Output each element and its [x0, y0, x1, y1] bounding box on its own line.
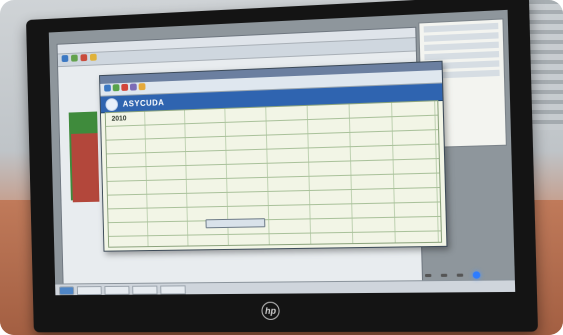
- toolbar-icon: [129, 83, 137, 91]
- toolbar-icon: [61, 54, 69, 63]
- taskbar-item[interactable]: [104, 285, 130, 295]
- red-graphic: [71, 133, 100, 203]
- monitor-button[interactable]: [424, 273, 432, 277]
- panel-row: [423, 22, 499, 33]
- asycuda-banner-title: ASYCUDA: [122, 97, 165, 109]
- declaration-form-grid: 2010: [104, 100, 443, 248]
- taskbar-item[interactable]: [76, 286, 102, 296]
- toolbar-icon: [70, 54, 78, 62]
- power-led-icon[interactable]: [472, 270, 481, 279]
- un-emblem-icon: [105, 97, 119, 111]
- form-code: 2010: [111, 115, 127, 123]
- taskbar-item[interactable]: [132, 285, 158, 295]
- start-button[interactable]: [58, 286, 75, 296]
- toolbar-icon: [121, 83, 129, 91]
- toolbar-icon: [89, 53, 97, 61]
- hp-logo-icon: hp: [261, 301, 280, 320]
- panel-row: [424, 50, 500, 61]
- panel-row: [423, 32, 499, 42]
- asycuda-form-window: ASYCUDA 2010: [99, 60, 448, 252]
- monitor-button[interactable]: [456, 273, 464, 277]
- toolbar-icon: [80, 54, 88, 62]
- monitor-bezel-bottom: hp: [33, 294, 538, 332]
- photo-frame: ASYCUDA 2010 hp: [0, 0, 563, 335]
- toolbar-icon: [112, 84, 120, 92]
- panel-row: [424, 41, 499, 52]
- monitor: ASYCUDA 2010 hp: [26, 0, 539, 333]
- form-button[interactable]: [205, 218, 266, 229]
- taskbar-item[interactable]: [160, 285, 186, 295]
- monitor-screen: ASYCUDA 2010: [48, 9, 516, 296]
- monitor-button[interactable]: [440, 273, 448, 277]
- toolbar-icon: [104, 84, 111, 92]
- monitor-button-strip: [424, 269, 524, 280]
- toolbar-icon: [138, 83, 146, 91]
